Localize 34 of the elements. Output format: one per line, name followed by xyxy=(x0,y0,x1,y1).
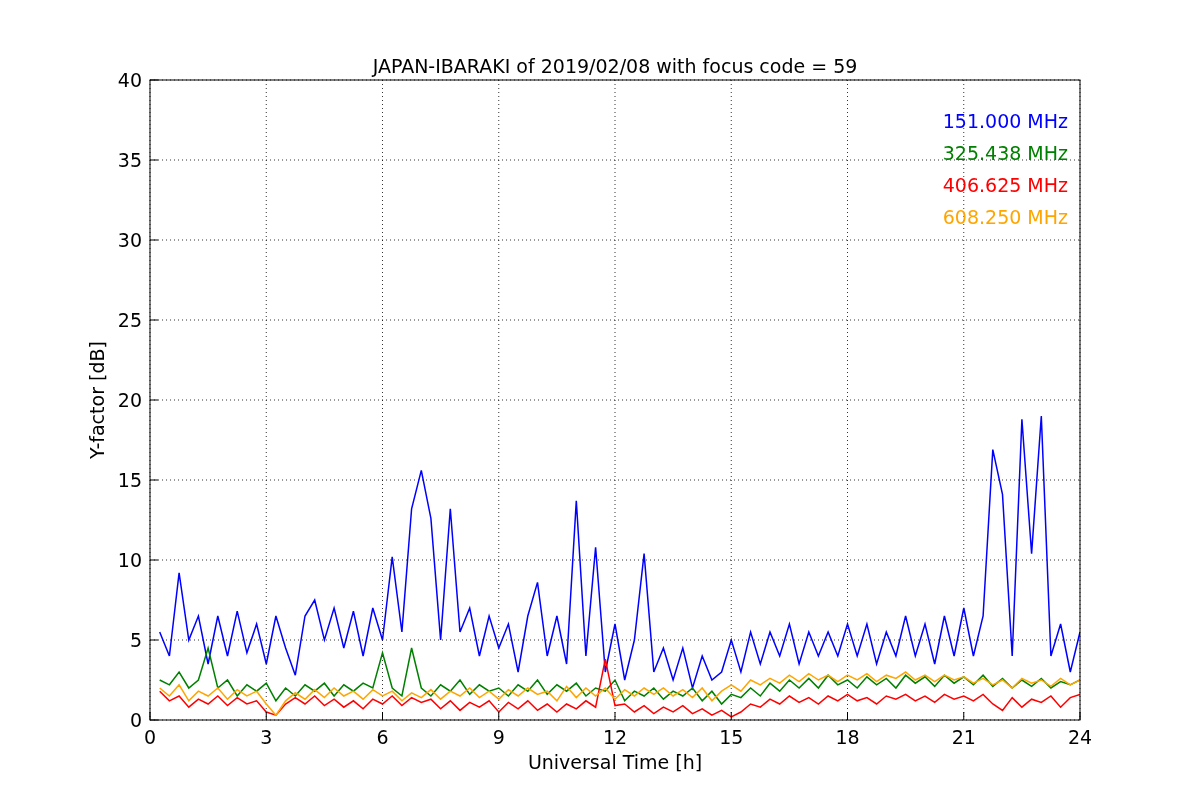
tick-label: 18 xyxy=(835,726,860,748)
legend-entry: 151.000 MHz xyxy=(942,110,1068,132)
axis-label: Y-factor [dB] xyxy=(86,341,108,459)
tick-label: 21 xyxy=(951,726,976,748)
tick-label: 0 xyxy=(129,709,142,731)
tick-label: 9 xyxy=(492,726,505,748)
chart-title: JAPAN-IBARAKI of 2019/02/08 with focus code = 59 xyxy=(372,55,858,77)
tick-label: 25 xyxy=(117,309,142,331)
tick-mark xyxy=(963,711,965,721)
tick-label: 24 xyxy=(1067,726,1093,748)
tick-mark xyxy=(498,711,500,721)
tick-mark xyxy=(730,711,732,721)
tick-label: 0 xyxy=(143,726,157,748)
legend-entry: 608.250 MHz xyxy=(942,206,1068,228)
legend-entry: 325.438 MHz xyxy=(942,142,1068,164)
tick-label: 12 xyxy=(602,726,628,748)
tick-mark xyxy=(614,711,616,721)
tick-label: 20 xyxy=(117,389,142,411)
tick-label: 15 xyxy=(719,726,744,748)
tick-label: 10 xyxy=(117,549,142,571)
tick-mark xyxy=(382,711,383,721)
tick-label: 35 xyxy=(117,149,142,171)
axis-label: Universal Time [h] xyxy=(527,751,703,773)
tick-label: 3 xyxy=(260,726,273,748)
tick-label: 6 xyxy=(376,726,389,748)
tick-mark xyxy=(149,79,159,81)
legend-entry: 406.625 MHz xyxy=(942,174,1068,196)
tick-mark xyxy=(265,711,267,721)
tick-mark xyxy=(1079,711,1081,721)
tick-mark xyxy=(847,711,848,721)
tick-label: 30 xyxy=(117,229,142,251)
tick-label: 40 xyxy=(117,69,142,91)
tick-label: 15 xyxy=(117,469,142,491)
tick-label: 5 xyxy=(129,629,142,651)
